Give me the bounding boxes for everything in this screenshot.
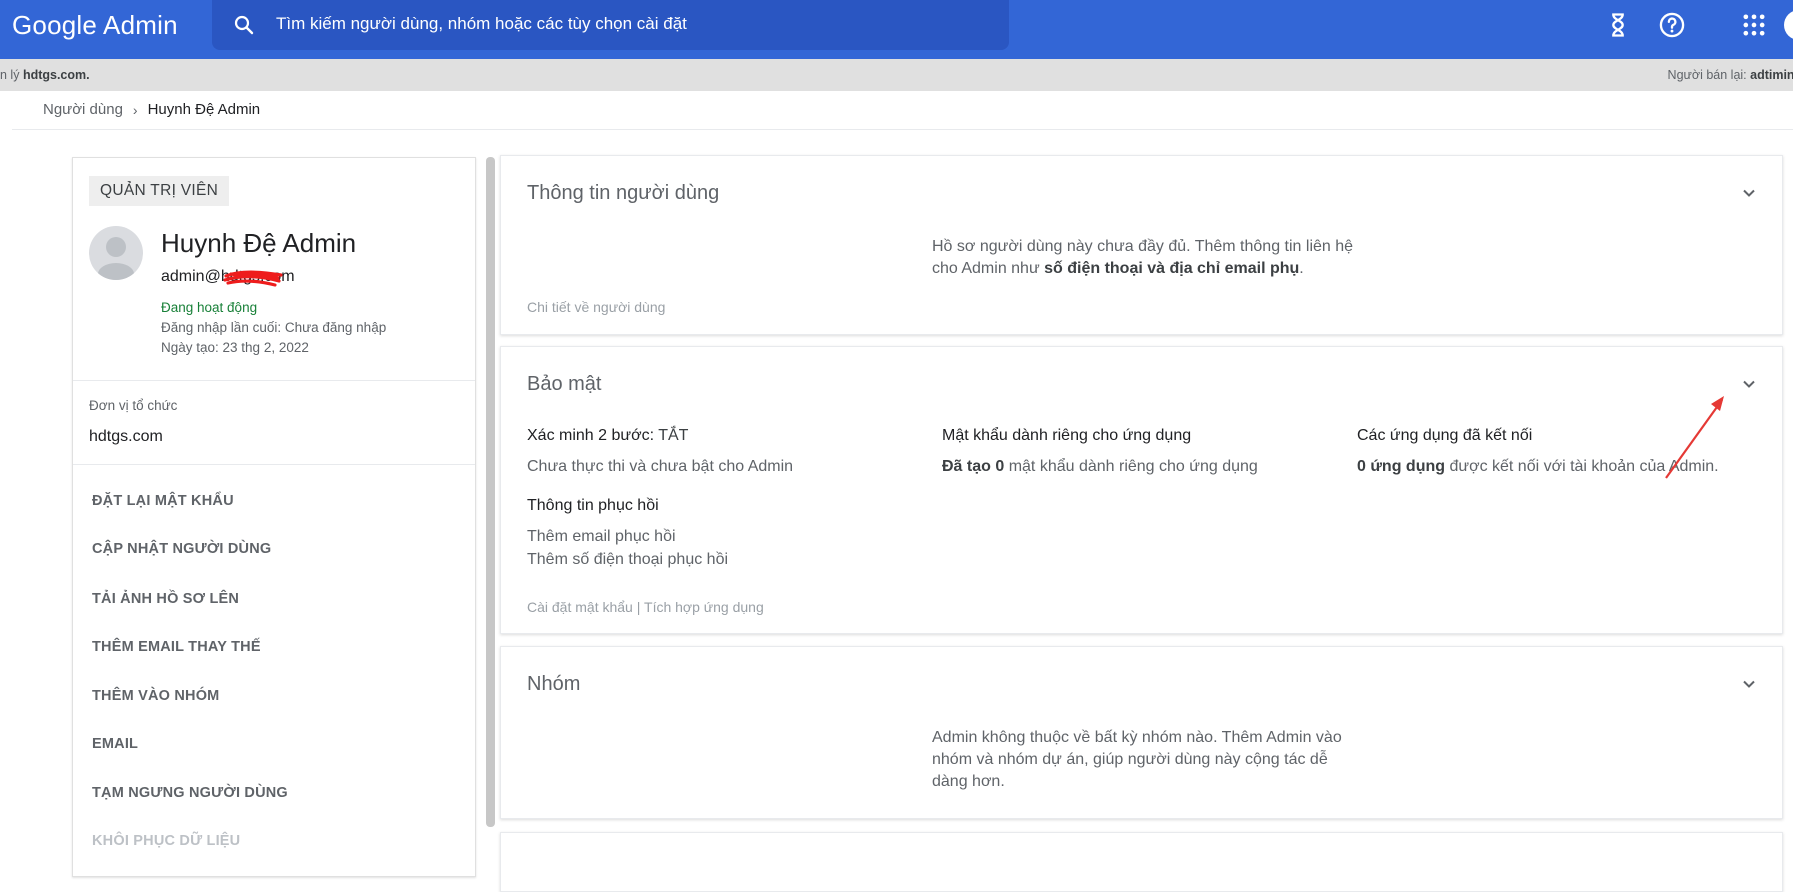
info-bar: n lý hdtgs.com. Người bán lại: adtimin.c <box>0 59 1793 91</box>
recovery-info-heading[interactable]: Thông tin phục hồi <box>527 497 659 515</box>
redaction-scribble <box>223 270 283 287</box>
org-unit-value: hdtgs.com <box>89 428 163 445</box>
divider <box>73 464 475 465</box>
status-badge: Đang hoạt động <box>161 300 258 315</box>
chevron-down-icon[interactable] <box>1739 674 1759 694</box>
upload-photo-button[interactable]: TẢI ẢNH HỒ SƠ LÊN <box>92 591 239 607</box>
connected-apps-heading[interactable]: Các ứng dụng đã kết nối <box>1357 427 1532 445</box>
two-step-description: Chưa thực thi và chưa bật cho Admin <box>527 458 794 475</box>
divider <box>73 380 475 381</box>
google-admin-logo[interactable]: Google Admin <box>12 10 178 41</box>
card-title[interactable]: Bảo mật <box>527 373 601 396</box>
add-recovery-phone[interactable]: Thêm số điện thoại phục hồi <box>527 551 728 569</box>
security-card: Bảo mật Xác minh 2 bước: TẮT Chưa thực t… <box>500 346 1783 634</box>
two-step-heading[interactable]: Xác minh 2 bước: TẮT <box>527 427 688 445</box>
search-placeholder: Tìm kiếm người dùng, nhóm hoặc các tùy c… <box>276 14 687 33</box>
groups-card: Nhóm Admin không thuộc về bất kỳ nhóm nà… <box>500 646 1783 819</box>
breadcrumb-current: Huynh Đệ Admin <box>147 101 261 118</box>
email-button[interactable]: EMAIL <box>92 736 138 752</box>
last-login: Đăng nhập lần cuối: Chưa đăng nhập <box>161 320 387 335</box>
scrollbar[interactable] <box>486 157 495 827</box>
add-alternate-email-button[interactable]: THÊM EMAIL THAY THẾ <box>92 639 261 655</box>
divider <box>12 129 1793 130</box>
chevron-down-icon[interactable] <box>1739 374 1759 394</box>
password-settings-link[interactable]: Cài đặt mật khẩu <box>527 599 633 615</box>
add-to-group-button[interactable]: THÊM VÀO NHÓM <box>92 688 219 704</box>
chevron-right-icon: › <box>132 101 138 118</box>
add-recovery-email[interactable]: Thêm email phục hồi <box>527 528 676 546</box>
security-links: Cài đặt mật khẩu | Tích hợp ứng dụng <box>527 599 764 615</box>
card-title[interactable]: Thông tin người dùng <box>527 182 719 205</box>
app-passwords-heading[interactable]: Mật khẩu dành riêng cho ứng dụng <box>942 427 1191 445</box>
hourglass-icon[interactable] <box>1604 11 1632 39</box>
user-details-link[interactable]: Chi tiết về người dùng <box>527 299 665 315</box>
next-card <box>500 832 1783 892</box>
top-app-bar: Google Admin Tìm kiếm người dùng, nhóm h… <box>0 0 1793 59</box>
org-unit-label: Đơn vị tổ chức <box>89 398 178 413</box>
role-badge: QUẢN TRỊ VIÊN <box>89 176 230 206</box>
app-passwords-description: Đã tạo 0 mật khẩu dành riêng cho ứng dụn… <box>942 458 1258 475</box>
account-avatar[interactable] <box>1784 10 1793 40</box>
card-title[interactable]: Nhóm <box>527 673 580 696</box>
update-user-button[interactable]: CẬP NHẬT NGƯỜI DÙNG <box>92 541 271 557</box>
chevron-down-icon[interactable] <box>1739 183 1759 203</box>
annotation-arrow <box>1665 396 1724 479</box>
reset-password-button[interactable]: ĐẶT LẠI MẬT KHẨU <box>92 493 234 509</box>
breadcrumb: Người dùng › Huynh Đệ Admin <box>43 101 260 118</box>
user-info-card: Thông tin người dùng Hồ sơ người dùng nà… <box>500 155 1783 335</box>
suspend-user-button[interactable]: TẠM NGƯNG NGƯỜI DÙNG <box>92 785 288 801</box>
search-icon <box>234 15 254 35</box>
user-profile-card: QUẢN TRỊ VIÊN Huynh Đệ Admin admin@hdtgs… <box>72 157 476 877</box>
reseller-info: Người bán lại: adtimin.c <box>1667 68 1793 82</box>
help-icon[interactable] <box>1658 11 1686 39</box>
domain-info: n lý hdtgs.com. <box>0 68 90 82</box>
user-info-message: Hồ sơ người dùng này chưa đầy đủ. Thêm t… <box>932 238 1354 277</box>
app-integration-link[interactable]: Tích hợp ứng dụng <box>644 599 764 615</box>
breadcrumb-users-link[interactable]: Người dùng <box>43 101 123 118</box>
apps-grid-icon[interactable] <box>1740 11 1768 39</box>
restore-data-button[interactable]: KHÔI PHỤC DỮ LIỆU <box>92 833 240 849</box>
default-avatar-icon[interactable] <box>89 226 143 280</box>
search-bar[interactable]: Tìm kiếm người dùng, nhóm hoặc các tùy c… <box>212 0 1009 50</box>
groups-message: Admin không thuộc về bất kỳ nhóm nào. Th… <box>932 729 1342 790</box>
created-date: Ngày tạo: 23 thg 2, 2022 <box>161 340 309 355</box>
user-name: Huynh Đệ Admin <box>161 228 357 258</box>
